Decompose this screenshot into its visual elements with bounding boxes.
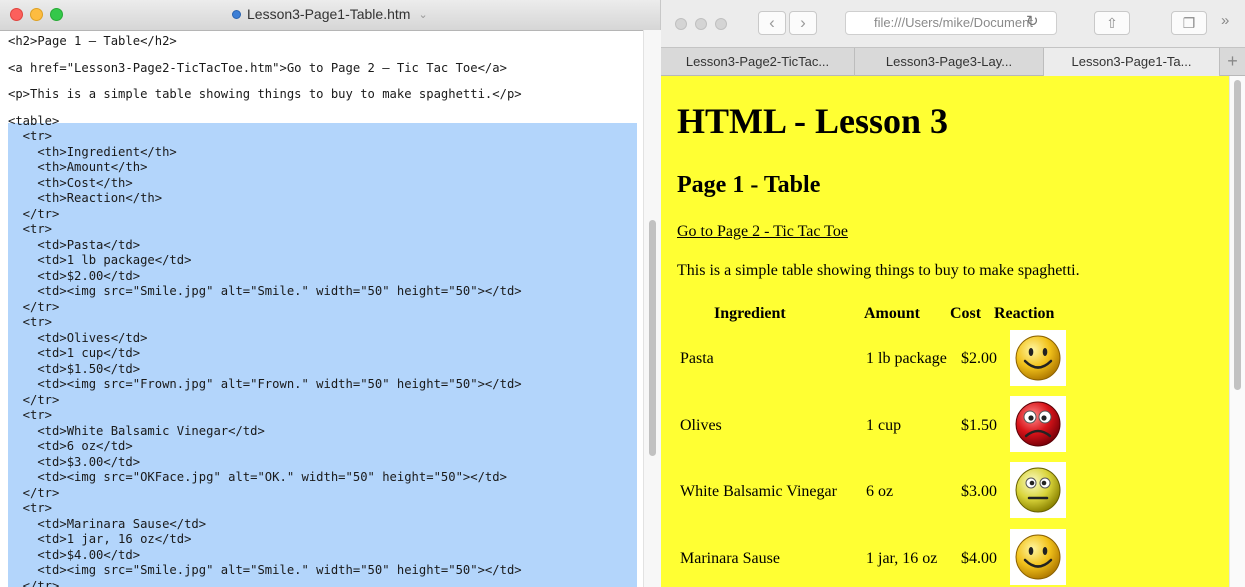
reload-icon[interactable]: ↻ <box>1026 12 1039 30</box>
code-line: <th>Ingredient</th> <box>8 144 177 159</box>
code-line: <td>Pasta</td> <box>8 237 141 252</box>
code-line: <a href="Lesson3-Page2-TicTacToe.htm">Go… <box>8 60 507 75</box>
more-chevrons-icon[interactable]: » <box>1221 12 1229 29</box>
page2-link[interactable]: Go to Page 2 - Tic Tac Toe <box>677 223 848 241</box>
zoom-window-button[interactable] <box>50 8 63 21</box>
editor-window: Lesson3-Page1-Table.htm ⌄ <h2>Page 1 – T… <box>0 0 661 587</box>
smile-face-icon <box>1015 335 1061 381</box>
tab-bar: Lesson3-Page2-TicTac... Lesson3-Page3-La… <box>661 47 1245 76</box>
browser-scroll-thumb[interactable] <box>1234 80 1241 390</box>
cell-ingredient: Olives <box>680 417 722 434</box>
code-line: </tr> <box>8 578 60 587</box>
table-header-reaction: Reaction <box>994 305 1055 322</box>
editor-scrollbar[interactable] <box>643 30 661 587</box>
cell-amount: 1 lb package <box>866 350 947 367</box>
close-window-button[interactable] <box>675 18 687 30</box>
code-line: </tr> <box>8 206 60 221</box>
code-line: <td>$1.50</td> <box>8 361 141 376</box>
code-line: <td>Marinara Sause</td> <box>8 516 207 531</box>
code-line: <td>1 cup</td> <box>8 346 141 360</box>
browser-toolbar: ‹ › file:///Users/mike/Document ↻ ⇧ ❐ » <box>661 0 1245 46</box>
tab-page1[interactable]: Lesson3-Page1-Ta... <box>1044 48 1220 76</box>
chevron-right-icon: › <box>800 13 806 32</box>
cell-ingredient: Marinara Sause <box>680 550 780 567</box>
editor-title[interactable]: Lesson3-Page1-Table.htm ⌄ <box>232 6 428 22</box>
code-line: <tr> <box>8 315 53 329</box>
code-line: <th>Amount</th> <box>8 160 148 174</box>
table-header-ingredient: Ingredient <box>714 305 786 322</box>
plus-icon: + <box>1227 51 1238 71</box>
address-text: file:///Users/mike/Document <box>874 15 1033 30</box>
code-line: <td>1 jar, 16 oz</td> <box>8 532 192 546</box>
code-line: <td>$2.00</td> <box>8 268 141 283</box>
cell-amount: 1 jar, 16 oz <box>866 550 938 567</box>
chevron-left-icon: ‹ <box>769 13 775 32</box>
code-line: <td><img src="Smile.jpg" alt="Smile." wi… <box>8 563 522 577</box>
code-line: <tr> <box>8 501 53 515</box>
code-line: <h2>Page 1 – Table</h2> <box>8 34 177 48</box>
table-header-amount: Amount <box>864 305 921 322</box>
page-viewport: HTML - Lesson 3 Page 1 - Table Go to Pag… <box>661 76 1229 587</box>
code-line: <th>Cost</th> <box>8 175 133 190</box>
editor-scroll-thumb[interactable] <box>649 220 656 456</box>
chevron-down-icon: ⌄ <box>418 8 428 21</box>
show-tabs-button[interactable]: ❐ <box>1171 11 1207 35</box>
share-button[interactable]: ⇧ <box>1094 11 1130 35</box>
cell-cost: $2.00 <box>961 350 997 367</box>
editor-titlebar: Lesson3-Page1-Table.htm ⌄ <box>0 0 660 31</box>
code-line: <p>This is a simple table showing things… <box>8 87 522 101</box>
tabs-icon: ❐ <box>1182 15 1196 31</box>
page-paragraph: This is a simple table showing things to… <box>677 262 1080 279</box>
code-line: <tr> <box>8 408 53 422</box>
code-line: <td>$3.00</td> <box>8 454 141 469</box>
share-icon: ⇧ <box>1106 15 1118 31</box>
code-line: <td>Olives</td> <box>8 330 148 345</box>
cell-cost: $3.00 <box>961 483 997 500</box>
ok-face-icon <box>1015 467 1061 513</box>
tab-page2[interactable]: Lesson3-Page2-TicTac... <box>661 48 855 76</box>
cell-cost: $4.00 <box>961 550 997 567</box>
new-tab-button[interactable]: + <box>1220 48 1245 76</box>
forward-button[interactable]: › <box>789 11 817 35</box>
minimize-window-button[interactable] <box>30 8 43 21</box>
code-line: <table> <box>8 113 60 128</box>
code-line: <th>Reaction</th> <box>8 191 163 205</box>
reaction-cell <box>1010 396 1066 452</box>
page-subheading: Page 1 - Table <box>677 172 821 198</box>
cell-ingredient: Pasta <box>680 350 714 367</box>
cell-amount: 6 oz <box>866 483 894 500</box>
page-heading: HTML - Lesson 3 <box>677 101 949 141</box>
code-line: <td>6 oz</td> <box>8 439 133 453</box>
minimize-window-button[interactable] <box>695 18 707 30</box>
code-line: <tr> <box>8 222 53 236</box>
cell-cost: $1.50 <box>961 417 997 434</box>
code-area[interactable]: <h2>Page 1 – Table</h2> <a href="Lesson3-… <box>0 30 640 587</box>
cell-ingredient: White Balsamic Vinegar <box>680 483 837 500</box>
code-line: </tr> <box>8 392 60 407</box>
code-line: </tr> <box>8 485 60 500</box>
code-line: </tr> <box>8 299 60 314</box>
reaction-cell <box>1010 462 1066 518</box>
zoom-window-button[interactable] <box>715 18 727 30</box>
code-line: <td><img src="Frown.jpg" alt="Frown." wi… <box>8 377 522 391</box>
code-line: <td>1 lb package</td> <box>8 253 192 267</box>
document-icon <box>232 9 241 19</box>
reaction-cell <box>1010 529 1066 585</box>
tab-page3[interactable]: Lesson3-Page3-Lay... <box>855 48 1044 76</box>
browser-window: ‹ › file:///Users/mike/Document ↻ ⇧ ❐ » … <box>661 0 1245 587</box>
cell-amount: 1 cup <box>866 417 902 434</box>
editor-title-text: Lesson3-Page1-Table.htm <box>247 6 411 22</box>
code-line: <td>$4.00</td> <box>8 547 141 562</box>
table-header-cost: Cost <box>950 305 982 322</box>
reaction-cell <box>1010 330 1066 386</box>
smile-face-icon <box>1015 534 1061 580</box>
code-line: <td><img src="Smile.jpg" alt="Smile." wi… <box>8 284 522 298</box>
code-line: <td>White Balsamic Vinegar</td> <box>8 423 265 438</box>
back-button[interactable]: ‹ <box>758 11 786 35</box>
close-window-button[interactable] <box>10 8 23 21</box>
code-line: <td><img src="OKFace.jpg" alt="OK." widt… <box>8 470 507 484</box>
frown-face-icon <box>1015 401 1061 447</box>
browser-scrollbar[interactable] <box>1229 76 1245 587</box>
code-line: <tr> <box>8 129 53 143</box>
